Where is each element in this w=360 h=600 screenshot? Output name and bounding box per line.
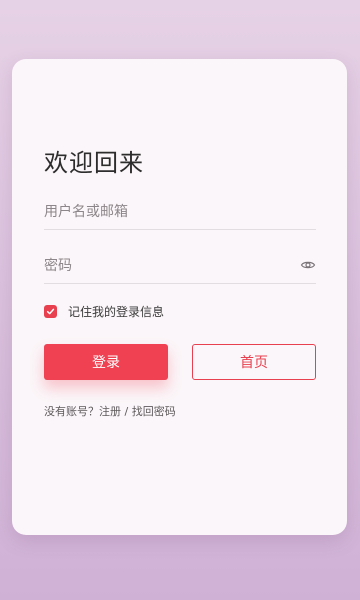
login-button[interactable]: 登录: [44, 344, 168, 380]
footer-links: 没有账号？注册 / 找回密码: [44, 403, 176, 419]
page-title: 欢迎回来: [44, 149, 144, 177]
password-field-container: [44, 249, 316, 284]
check-icon: [46, 308, 55, 314]
password-input[interactable]: [44, 249, 284, 283]
register-link[interactable]: 注册: [99, 405, 121, 418]
remember-me-checkbox[interactable]: [44, 304, 57, 318]
link-separator: /: [121, 405, 132, 418]
remember-me-row: 记住我的登录信息: [44, 301, 164, 321]
eye-icon[interactable]: [300, 257, 316, 273]
home-button[interactable]: 首页: [192, 344, 316, 380]
no-account-text: 没有账号？: [44, 405, 99, 418]
forgot-password-link[interactable]: 找回密码: [132, 405, 176, 418]
login-card: 欢迎回来 记住我的登录信息 登录 首页 没有账号？注册 / 找回密码: [12, 59, 347, 535]
username-field-container: [44, 195, 316, 230]
username-input[interactable]: [44, 195, 284, 229]
remember-me-label: 记住我的登录信息: [68, 304, 165, 319]
